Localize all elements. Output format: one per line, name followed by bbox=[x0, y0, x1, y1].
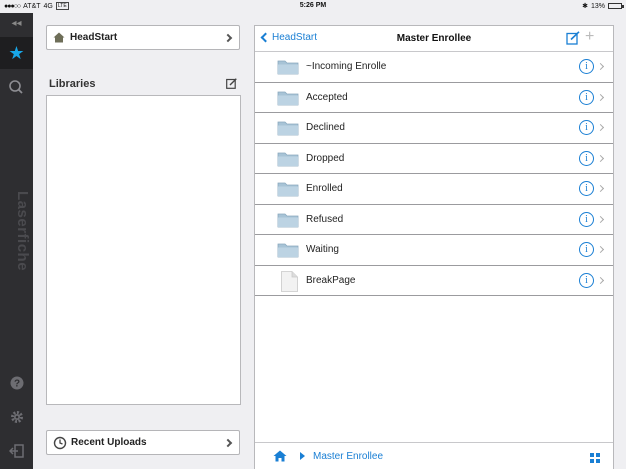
help-button[interactable]: ? bbox=[0, 369, 33, 397]
list-item[interactable]: Accepted i bbox=[255, 83, 613, 113]
chevron-right-icon bbox=[596, 93, 605, 101]
clock-icon bbox=[53, 436, 67, 449]
house-icon bbox=[53, 32, 65, 43]
document-icon bbox=[281, 270, 298, 292]
settings-button[interactable] bbox=[0, 403, 33, 431]
edit-icon[interactable] bbox=[566, 31, 580, 45]
edit-libraries-icon[interactable] bbox=[226, 78, 237, 89]
chevron-right-icon bbox=[596, 276, 605, 284]
repository-favorite-button[interactable]: HeadStart bbox=[46, 25, 240, 50]
search-icon bbox=[9, 80, 23, 94]
entry-name: Waiting bbox=[306, 244, 339, 255]
entry-name: Dropped bbox=[306, 152, 345, 164]
info-icon[interactable]: i bbox=[579, 120, 594, 135]
battery-icon bbox=[608, 3, 624, 9]
entry-name: Enrolled bbox=[306, 183, 343, 194]
info-icon[interactable]: i bbox=[579, 181, 594, 196]
entry-list: ~Incoming Enrolle i Accepted i Declined … bbox=[255, 52, 613, 296]
chevron-right-icon bbox=[596, 184, 605, 193]
gear-icon bbox=[10, 411, 23, 423]
list-item[interactable]: Refused i bbox=[255, 205, 613, 235]
folder-icon bbox=[277, 60, 299, 75]
repository-name: HeadStart bbox=[70, 32, 118, 43]
add-icon[interactable]: + bbox=[585, 29, 599, 45]
navigation-bar: HeadStart Master Enrollee + bbox=[255, 26, 613, 52]
sign-out-icon bbox=[8, 444, 24, 458]
bluetooth-icon: ✱ bbox=[582, 3, 588, 10]
info-icon[interactable]: i bbox=[579, 150, 594, 166]
chevron-right-icon bbox=[223, 33, 233, 42]
chevron-right-icon bbox=[596, 245, 605, 254]
breadcrumb-bar: Master Enrollee bbox=[255, 442, 613, 469]
libraries-heading: Libraries bbox=[49, 78, 96, 90]
chevron-right-icon bbox=[596, 215, 605, 223]
entry-name: BreakPage bbox=[306, 274, 356, 286]
list-item[interactable]: Dropped i bbox=[255, 144, 613, 174]
nav-rail: ◂◂ ★ Laserfiche ? bbox=[0, 13, 33, 469]
info-icon[interactable]: i bbox=[579, 211, 594, 227]
entry-name: Refused bbox=[306, 213, 344, 225]
chevron-right-icon bbox=[223, 438, 233, 447]
folder-icon bbox=[277, 243, 299, 258]
battery-percent: 13% bbox=[590, 2, 605, 10]
list-item[interactable]: BreakPage i bbox=[255, 266, 613, 296]
search-button[interactable] bbox=[0, 73, 33, 103]
entry-name: Accepted bbox=[306, 91, 348, 103]
folder-browser: HeadStart Master Enrollee + ~Incoming En… bbox=[254, 25, 614, 469]
list-item[interactable]: ~Incoming Enrolle i bbox=[255, 52, 613, 83]
folder-icon bbox=[277, 213, 299, 227]
clock: 5:26 PM bbox=[299, 2, 327, 9]
recent-uploads-button[interactable]: Recent Uploads bbox=[46, 430, 240, 455]
favorites-star-icon[interactable]: ★ bbox=[0, 37, 33, 69]
grid-view-icon[interactable] bbox=[590, 453, 600, 463]
svg-text:?: ? bbox=[13, 379, 19, 390]
collapse-rail-button[interactable]: ◂◂ bbox=[0, 15, 33, 33]
info-icon[interactable]: i bbox=[579, 242, 594, 257]
sign-out-button[interactable] bbox=[0, 437, 33, 465]
folder-icon bbox=[277, 182, 299, 197]
laserfiche-logo: Laserfiche bbox=[14, 191, 31, 272]
breadcrumb-separator-icon bbox=[300, 452, 305, 460]
status-bar: ●●●○○ AT&T 4G LTE 5:26 PM ✱ 13% bbox=[0, 0, 626, 13]
breadcrumb[interactable]: Master Enrollee bbox=[313, 451, 383, 462]
list-item[interactable]: Enrolled i bbox=[255, 174, 613, 205]
entry-name: ~Incoming Enrolle bbox=[306, 61, 387, 72]
info-icon[interactable]: i bbox=[579, 89, 594, 105]
recent-uploads-label: Recent Uploads bbox=[71, 437, 147, 448]
folder-icon bbox=[277, 121, 299, 136]
help-icon: ? bbox=[10, 376, 23, 390]
entry-name: Declined bbox=[306, 122, 345, 133]
chevron-right-icon bbox=[596, 62, 605, 71]
list-item[interactable]: Waiting i bbox=[255, 235, 613, 266]
folder-icon bbox=[277, 152, 299, 166]
folder-icon bbox=[277, 91, 299, 105]
info-icon[interactable]: i bbox=[579, 272, 594, 288]
home-icon[interactable] bbox=[273, 450, 287, 462]
libraries-list bbox=[46, 95, 241, 405]
page-title: Master Enrollee bbox=[396, 33, 472, 44]
chevron-right-icon bbox=[596, 123, 605, 132]
info-icon[interactable]: i bbox=[579, 59, 594, 74]
chevron-right-icon bbox=[596, 154, 605, 162]
list-item[interactable]: Declined i bbox=[255, 113, 613, 144]
